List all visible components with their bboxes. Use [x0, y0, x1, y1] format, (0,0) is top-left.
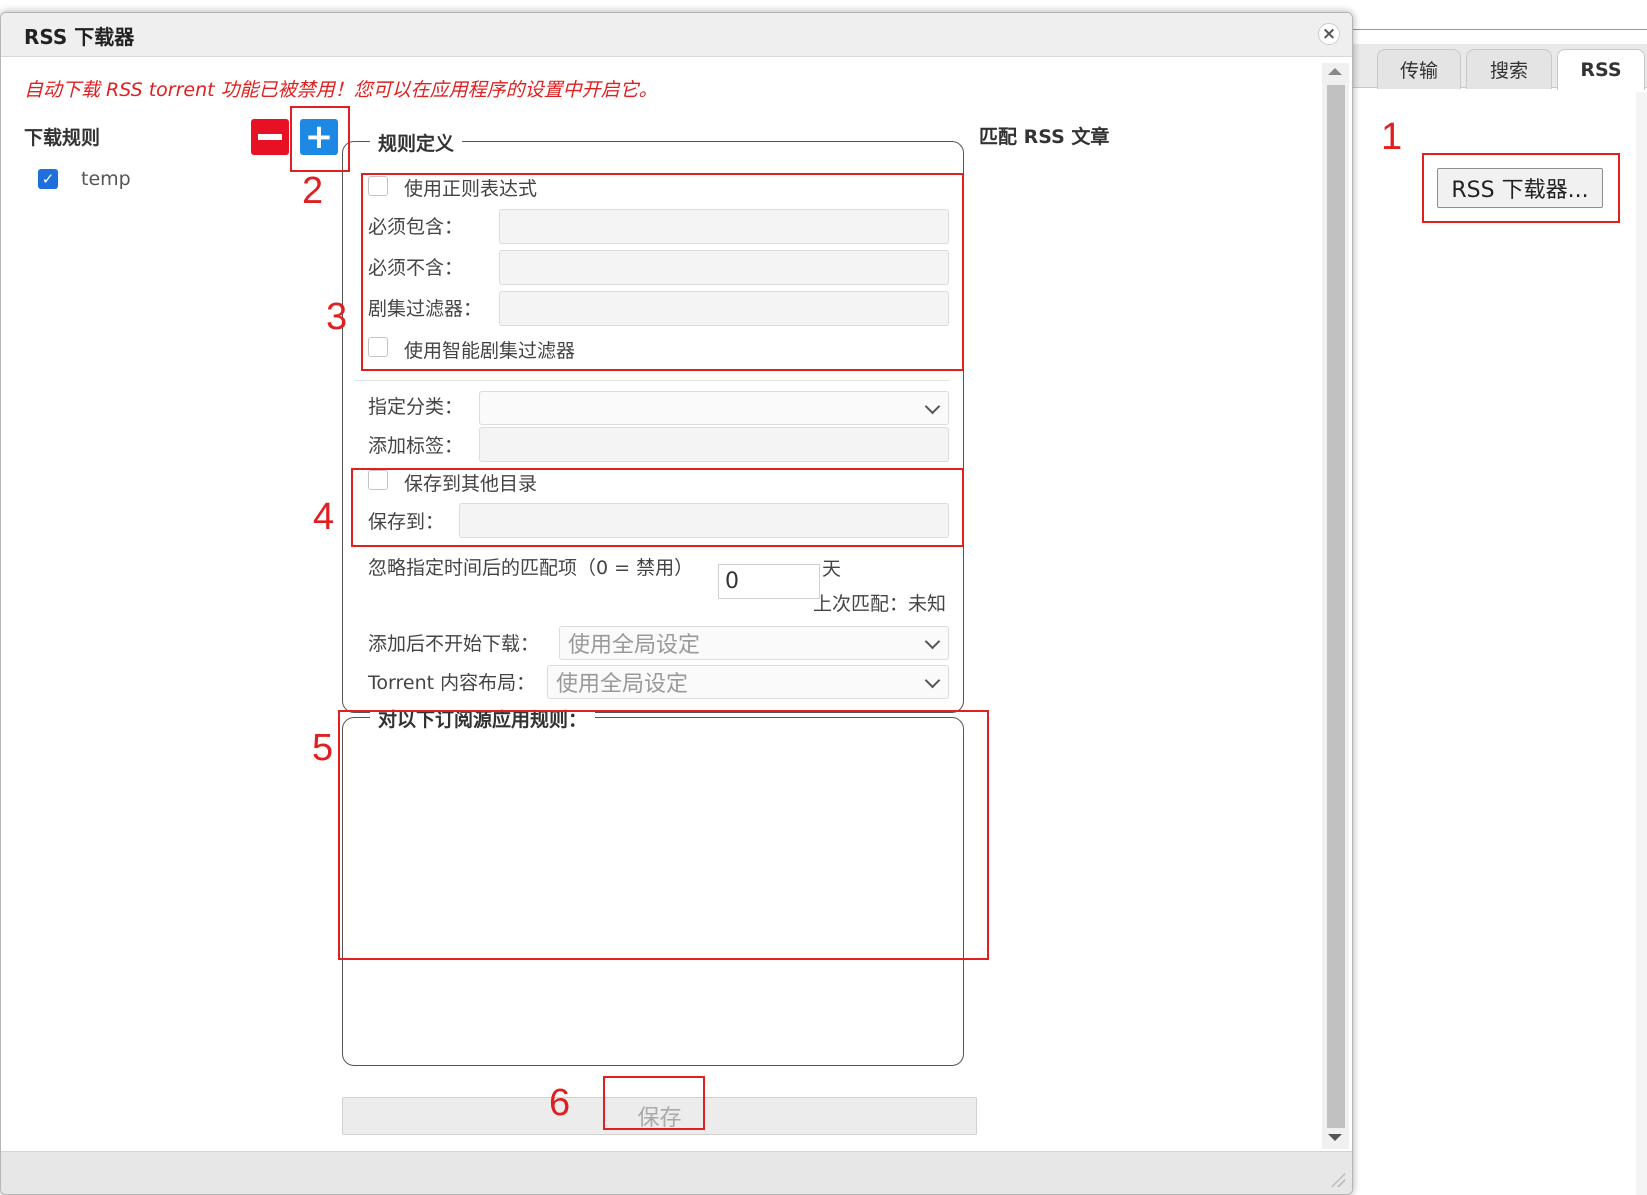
annotation-number-6: 6	[549, 1082, 571, 1124]
scroll-down-icon[interactable]	[1328, 1134, 1342, 1141]
download-rules-label: 下载规则	[24, 127, 101, 149]
tab-transfers[interactable]: 传输	[1377, 49, 1461, 89]
remove-rule-button[interactable]	[251, 119, 289, 155]
dialog-title-bar[interactable]	[1, 13, 1352, 57]
days-unit-label: 天	[822, 558, 842, 580]
annotation-number-3: 3	[326, 296, 348, 338]
annotation-box-1	[1422, 153, 1620, 223]
annotation-number-5: 5	[312, 727, 334, 769]
matching-articles-title: 匹配 RSS 文章	[979, 126, 1110, 148]
annotation-box-4	[351, 468, 964, 547]
last-match-label: 上次匹配：未知	[813, 593, 947, 615]
annotation-number-1: 1	[1381, 116, 1403, 158]
content-layout-value: 使用全局设定	[556, 672, 689, 697]
background-scrollbar[interactable]	[1636, 92, 1647, 1195]
scroll-up-icon[interactable]	[1328, 68, 1342, 75]
resize-grip-icon[interactable]	[1329, 1171, 1345, 1187]
assign-category-label: 指定分类：	[368, 396, 464, 418]
ignore-days-input[interactable]: 0	[718, 564, 820, 599]
rule-definition-legend: 规则定义	[370, 129, 463, 156]
section-divider	[354, 380, 949, 381]
annotation-number-2: 2	[302, 170, 324, 212]
annotation-box-3	[361, 173, 964, 371]
annotation-box-2	[290, 106, 350, 172]
tab-rss[interactable]: RSS	[1557, 49, 1645, 90]
dialog-title: RSS 下载器	[24, 25, 135, 49]
annotation-box-5	[338, 710, 989, 960]
annotation-box-6	[603, 1076, 705, 1130]
content-layout-select[interactable]: 使用全局设定	[547, 665, 949, 699]
ignore-after-label: 忽略指定时间后的匹配项（0 = 禁用）	[368, 557, 694, 579]
content-layout-label: Torrent 内容布局：	[368, 672, 536, 694]
dialog-scrollbar-thumb[interactable]	[1327, 85, 1345, 1128]
tags-input[interactable]	[479, 427, 949, 462]
chevron-down-icon	[924, 633, 941, 650]
top-divider	[1340, 29, 1647, 30]
rule-enabled-checkbox[interactable]: ✓	[38, 169, 58, 189]
chevron-down-icon	[924, 672, 941, 689]
chevron-down-icon	[924, 398, 941, 415]
close-icon[interactable]: ×	[1318, 23, 1340, 45]
add-paused-value: 使用全局设定	[568, 633, 701, 658]
tab-search[interactable]: 搜索	[1466, 49, 1552, 89]
dialog-footer	[1, 1151, 1352, 1194]
annotation-number-4: 4	[313, 496, 335, 538]
add-tags-label: 添加标签：	[368, 435, 464, 457]
disabled-warning: 自动下载 RSS torrent 功能已被禁用！您可以在应用程序的设置中开启它。	[24, 79, 658, 101]
add-paused-select[interactable]: 使用全局设定	[559, 626, 949, 660]
category-select[interactable]	[479, 391, 949, 425]
rule-item-temp[interactable]: temp	[81, 168, 131, 190]
add-paused-label: 添加后不开始下载：	[368, 633, 540, 655]
